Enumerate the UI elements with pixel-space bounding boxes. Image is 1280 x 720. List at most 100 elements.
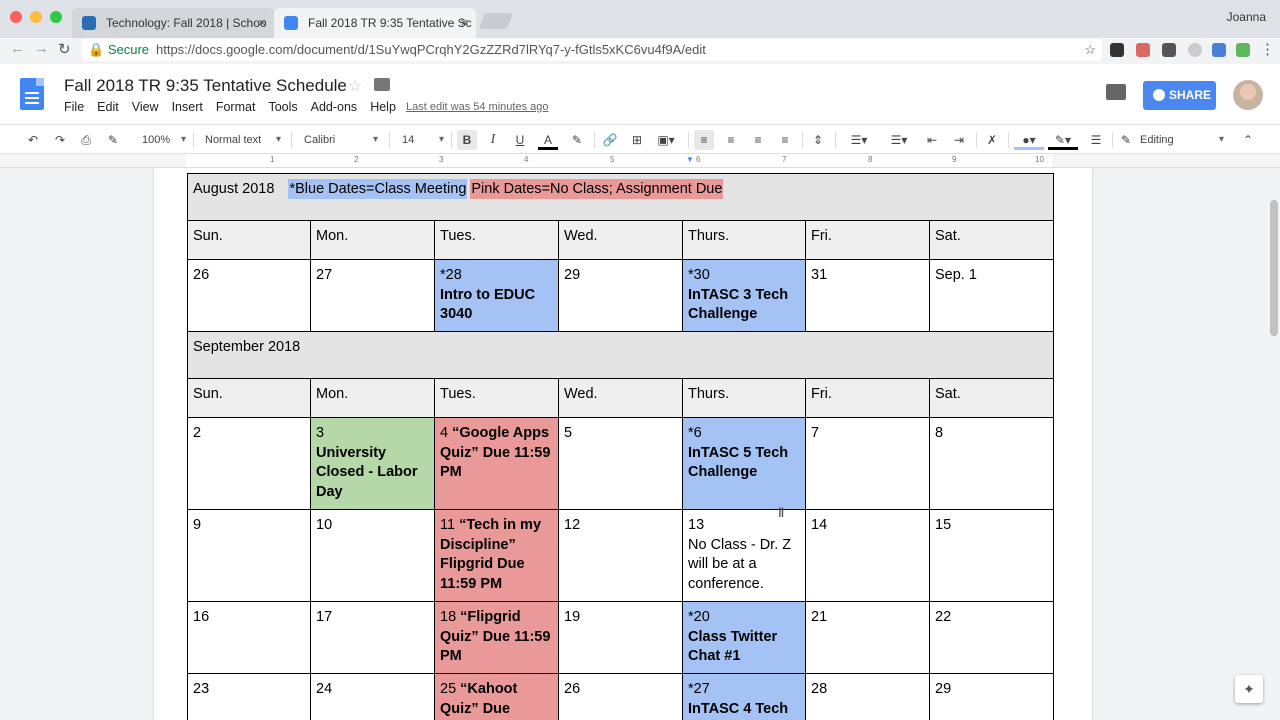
extension-icon[interactable] — [1236, 43, 1250, 57]
indent-decrease-icon[interactable]: ⇤ — [922, 130, 942, 150]
tab-close-icon[interactable]: × — [258, 8, 266, 38]
menu-edit[interactable]: Edit — [97, 100, 119, 114]
day-cell[interactable]: 12 — [558, 509, 683, 602]
extension-icon[interactable] — [1188, 43, 1202, 57]
day-cell[interactable]: 3 University Closed - Labor Day — [310, 417, 435, 510]
day-cell[interactable]: 16 — [187, 601, 311, 674]
day-cell[interactable]: 29 — [928, 673, 1055, 720]
extension-icon[interactable] — [1212, 43, 1226, 57]
day-cell[interactable]: 24 — [310, 673, 435, 720]
month-header-cell[interactable]: September 2018 — [186, 331, 1055, 379]
day-header-cell[interactable]: Sat. — [928, 378, 1055, 418]
day-cell[interactable]: 14 — [805, 509, 930, 602]
day-cell[interactable]: 26 — [558, 673, 683, 720]
justify-icon[interactable]: ≡ — [775, 130, 795, 150]
day-cell[interactable]: *6 InTASC 5 Tech Challenge — [682, 417, 806, 510]
day-header-cell[interactable]: Sun. — [187, 378, 311, 418]
reload-icon[interactable]: ↻ — [58, 40, 71, 58]
close-window-icon[interactable] — [10, 11, 22, 23]
day-header-cell[interactable]: Tues. — [434, 220, 559, 260]
image-icon[interactable]: ▣▾ — [652, 130, 680, 150]
print-icon[interactable]: ⎙ — [77, 130, 95, 150]
day-cell[interactable]: 21 — [805, 601, 930, 674]
comments-icon[interactable] — [1106, 84, 1126, 100]
day-header-cell[interactable]: Thurs. — [682, 220, 806, 260]
extension-icon[interactable] — [1136, 43, 1150, 57]
font-select[interactable]: Calibri — [304, 130, 378, 150]
fill-color-icon[interactable]: ●▾ — [1014, 130, 1044, 150]
secure-badge[interactable]: 🔒 Secure — [88, 39, 149, 61]
paragraph-style-select[interactable]: Normal text — [205, 130, 281, 150]
day-cell[interactable]: 19 — [558, 601, 683, 674]
day-cell[interactable]: 2 — [187, 417, 311, 510]
day-header-cell[interactable]: Thurs. — [682, 378, 806, 418]
italic-icon[interactable]: I — [484, 130, 502, 150]
scrollbar-thumb[interactable] — [1270, 200, 1278, 336]
bold-icon[interactable]: B — [457, 130, 477, 150]
day-cell[interactable]: 25 “Kahoot Quiz” Due — [434, 673, 559, 720]
new-tab-button[interactable] — [479, 13, 513, 29]
last-edit-link[interactable]: Last edit was 54 minutes ago — [406, 101, 548, 113]
day-cell[interactable]: 23 — [187, 673, 311, 720]
menu-addons[interactable]: Add-ons — [311, 100, 358, 114]
day-cell[interactable]: 13 No Class - Dr. Z will be at a conferen… — [682, 509, 806, 602]
document-title[interactable]: Fall 2018 TR 9:35 Tentative Schedule — [64, 76, 347, 96]
day-cell[interactable]: 8 — [928, 417, 1055, 510]
clear-format-icon[interactable]: ✗ — [982, 130, 1002, 150]
day-cell[interactable]: 11 “Tech in my Discipline” Flipgrid Due … — [434, 509, 559, 602]
day-cell[interactable]: *20 Class Twitter Chat #1 — [682, 601, 806, 674]
zoom-select[interactable]: 100% — [142, 130, 186, 150]
back-arrow-icon[interactable]: ← — [10, 40, 25, 57]
collapse-icon[interactable]: ⌃ — [1238, 130, 1258, 150]
browser-menu-icon[interactable]: ⋮ — [1260, 40, 1275, 58]
forward-arrow-icon[interactable]: → — [34, 40, 49, 57]
day-header-cell[interactable]: Sun. — [187, 220, 311, 260]
day-cell[interactable]: 22 — [928, 601, 1055, 674]
align-right-icon[interactable]: ≡ — [748, 130, 768, 150]
align-center-icon[interactable]: ≡ — [721, 130, 741, 150]
day-cell[interactable]: 9 — [187, 509, 311, 602]
move-to-folder-icon[interactable] — [374, 78, 390, 91]
day-cell[interactable]: 15 — [928, 509, 1055, 602]
align-left-icon[interactable]: ≡ — [694, 130, 714, 150]
day-cell[interactable]: 5 — [558, 417, 683, 510]
day-header-cell[interactable]: Fri. — [805, 220, 930, 260]
menu-help[interactable]: Help — [370, 100, 396, 114]
tab-close-icon[interactable]: × — [460, 8, 468, 38]
day-cell[interactable]: 31 — [805, 259, 930, 332]
font-size-select[interactable]: 14 — [402, 130, 444, 150]
day-cell[interactable]: 28 — [805, 673, 930, 720]
menu-view[interactable]: View — [132, 100, 159, 114]
link-icon[interactable]: 🔗 — [600, 130, 620, 150]
explore-icon[interactable]: ✦ — [1235, 675, 1263, 703]
ruler-area[interactable]: 1 2 3 4 5 6 7 8 9 10 ▼ — [186, 154, 1052, 167]
menu-format[interactable]: Format — [216, 100, 256, 114]
day-header-cell[interactable]: Wed. — [558, 378, 683, 418]
star-document-icon[interactable]: ☆ — [348, 76, 362, 96]
avatar[interactable] — [1233, 80, 1263, 110]
text-color-icon[interactable]: A — [538, 130, 558, 150]
extension-icon[interactable] — [1162, 43, 1176, 57]
document-page[interactable]: August 2018 *Blue Dates=Class Meeting Pin… — [154, 168, 1092, 720]
border-color-icon[interactable]: ✎▾ — [1048, 130, 1078, 150]
page-scrollbar[interactable] — [1268, 168, 1280, 720]
minimize-window-icon[interactable] — [30, 11, 42, 23]
day-cell[interactable]: *27 InTASC 4 Tech — [682, 673, 806, 720]
day-header-cell[interactable]: Sat. — [928, 220, 1055, 260]
day-header-cell[interactable]: Mon. — [310, 378, 435, 418]
day-cell[interactable]: 7 — [805, 417, 930, 510]
day-cell[interactable]: 27 — [310, 259, 435, 332]
indent-marker-icon[interactable]: ▼ — [686, 155, 694, 164]
day-header-cell[interactable]: Mon. — [310, 220, 435, 260]
redo-icon[interactable]: ↷ — [51, 130, 69, 150]
menu-insert[interactable]: Insert — [172, 100, 203, 114]
border-width-icon[interactable]: ☰ — [1086, 130, 1106, 150]
underline-icon[interactable]: U — [511, 130, 529, 150]
day-header-cell[interactable]: Tues. — [434, 378, 559, 418]
day-cell[interactable]: *30 InTASC 3 Tech Challenge — [682, 259, 806, 332]
docs-home-icon[interactable] — [20, 78, 44, 110]
comment-add-icon[interactable]: ⊞ — [627, 130, 647, 150]
day-cell[interactable]: *28 Intro to EDUC 3040 — [434, 259, 559, 332]
indent-increase-icon[interactable]: ⇥ — [949, 130, 969, 150]
browser-tab-schedule[interactable]: Fall 2018 TR 9:35 Tentative Sc × — [274, 8, 476, 38]
